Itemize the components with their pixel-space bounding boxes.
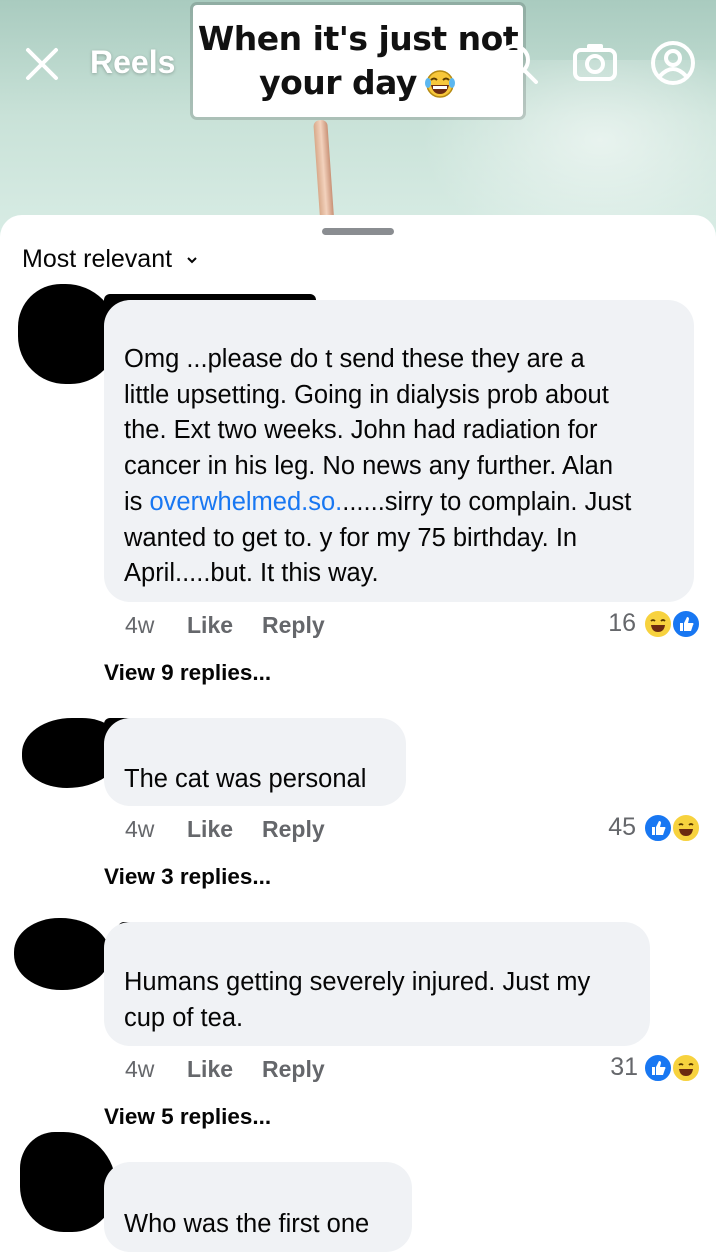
comment-text-line: the. Ext two weeks. John had radiation f… bbox=[124, 416, 598, 445]
comment-text-line: Humans getting severely injured. Just my bbox=[124, 968, 591, 996]
reels-dropdown-chevron-icon[interactable] bbox=[196, 54, 216, 79]
video-pole bbox=[313, 119, 335, 231]
sort-dropdown[interactable]: Most relevant bbox=[22, 245, 198, 274]
comment-bubble[interactable]: The cat was personal bbox=[104, 718, 406, 806]
view-replies-link[interactable]: View 5 replies... bbox=[104, 1104, 271, 1130]
comment-text-line: wanted to get to. y for my 75 birthday. … bbox=[124, 523, 578, 552]
view-replies-link[interactable]: View 3 replies... bbox=[104, 864, 271, 890]
sheet-drag-handle[interactable] bbox=[322, 228, 394, 235]
comment-text-line: is overwhelmed.so.......sirry to complai… bbox=[124, 485, 674, 521]
like-button[interactable]: Like bbox=[187, 1056, 233, 1083]
comment-text-line: April.....but. It this way. bbox=[124, 559, 379, 588]
reply-button[interactable]: Reply bbox=[262, 612, 325, 639]
reply-button[interactable]: Reply bbox=[262, 1056, 325, 1083]
camera-icon[interactable] bbox=[572, 42, 618, 87]
close-icon[interactable] bbox=[24, 46, 60, 87]
sort-label: Most relevant bbox=[22, 245, 173, 273]
like-reaction-icon bbox=[671, 609, 701, 639]
comment-text: Who was the first one bbox=[124, 1210, 370, 1238]
comment-text: ......sirry to complain. Just bbox=[342, 487, 632, 516]
avatar[interactable] bbox=[14, 918, 110, 990]
comment-text-line: Omg ...please do t send these they are a bbox=[124, 345, 585, 373]
video-caption: When it's just not your day bbox=[193, 5, 523, 117]
like-button[interactable]: Like bbox=[187, 612, 233, 639]
comment-time: 4w bbox=[125, 612, 155, 638]
reply-button[interactable]: Reply bbox=[262, 816, 325, 843]
comment-text: is bbox=[124, 487, 150, 516]
comment-link[interactable]: overwhelmed.so. bbox=[150, 488, 343, 516]
caption-line-2-text: your day bbox=[259, 63, 417, 102]
caption-line-2: your day bbox=[259, 61, 457, 105]
comment-text-line: little upsetting. Going in dialysis prob… bbox=[124, 380, 609, 409]
comment-time: 4w bbox=[125, 816, 155, 842]
comment-text-line: cancer in his leg. No news any further. … bbox=[124, 452, 614, 481]
search-icon[interactable] bbox=[494, 40, 542, 93]
comment-bubble[interactable]: Humans getting severely injured. Just my… bbox=[104, 922, 650, 1046]
laughing-emoji-icon bbox=[424, 70, 455, 98]
comment-text: The cat was personal bbox=[124, 765, 367, 793]
comment-bubble[interactable]: Who was the first one bbox=[104, 1162, 412, 1252]
reaction-count[interactable]: 16 bbox=[576, 609, 636, 638]
reaction-count[interactable]: 31 bbox=[578, 1053, 638, 1082]
like-button[interactable]: Like bbox=[187, 816, 233, 843]
avatar[interactable] bbox=[18, 284, 118, 384]
like-reaction-icon bbox=[643, 1053, 673, 1083]
like-reaction-icon bbox=[643, 813, 673, 843]
comment-text-line: cup of tea. bbox=[124, 1003, 244, 1032]
comment-time: 4w bbox=[125, 1056, 155, 1082]
reels-title[interactable]: Reels bbox=[90, 44, 175, 81]
haha-reaction-icon bbox=[671, 813, 701, 843]
caption-line-1: When it's just not bbox=[197, 19, 519, 58]
haha-reaction-icon bbox=[643, 609, 673, 639]
chevron-down-icon bbox=[187, 256, 197, 263]
haha-reaction-icon bbox=[671, 1053, 701, 1083]
reaction-count[interactable]: 45 bbox=[576, 813, 636, 842]
profile-icon[interactable] bbox=[650, 40, 696, 91]
view-replies-link[interactable]: View 9 replies... bbox=[104, 660, 271, 686]
comment-bubble[interactable]: Omg ...please do t send these they are a… bbox=[104, 300, 694, 602]
